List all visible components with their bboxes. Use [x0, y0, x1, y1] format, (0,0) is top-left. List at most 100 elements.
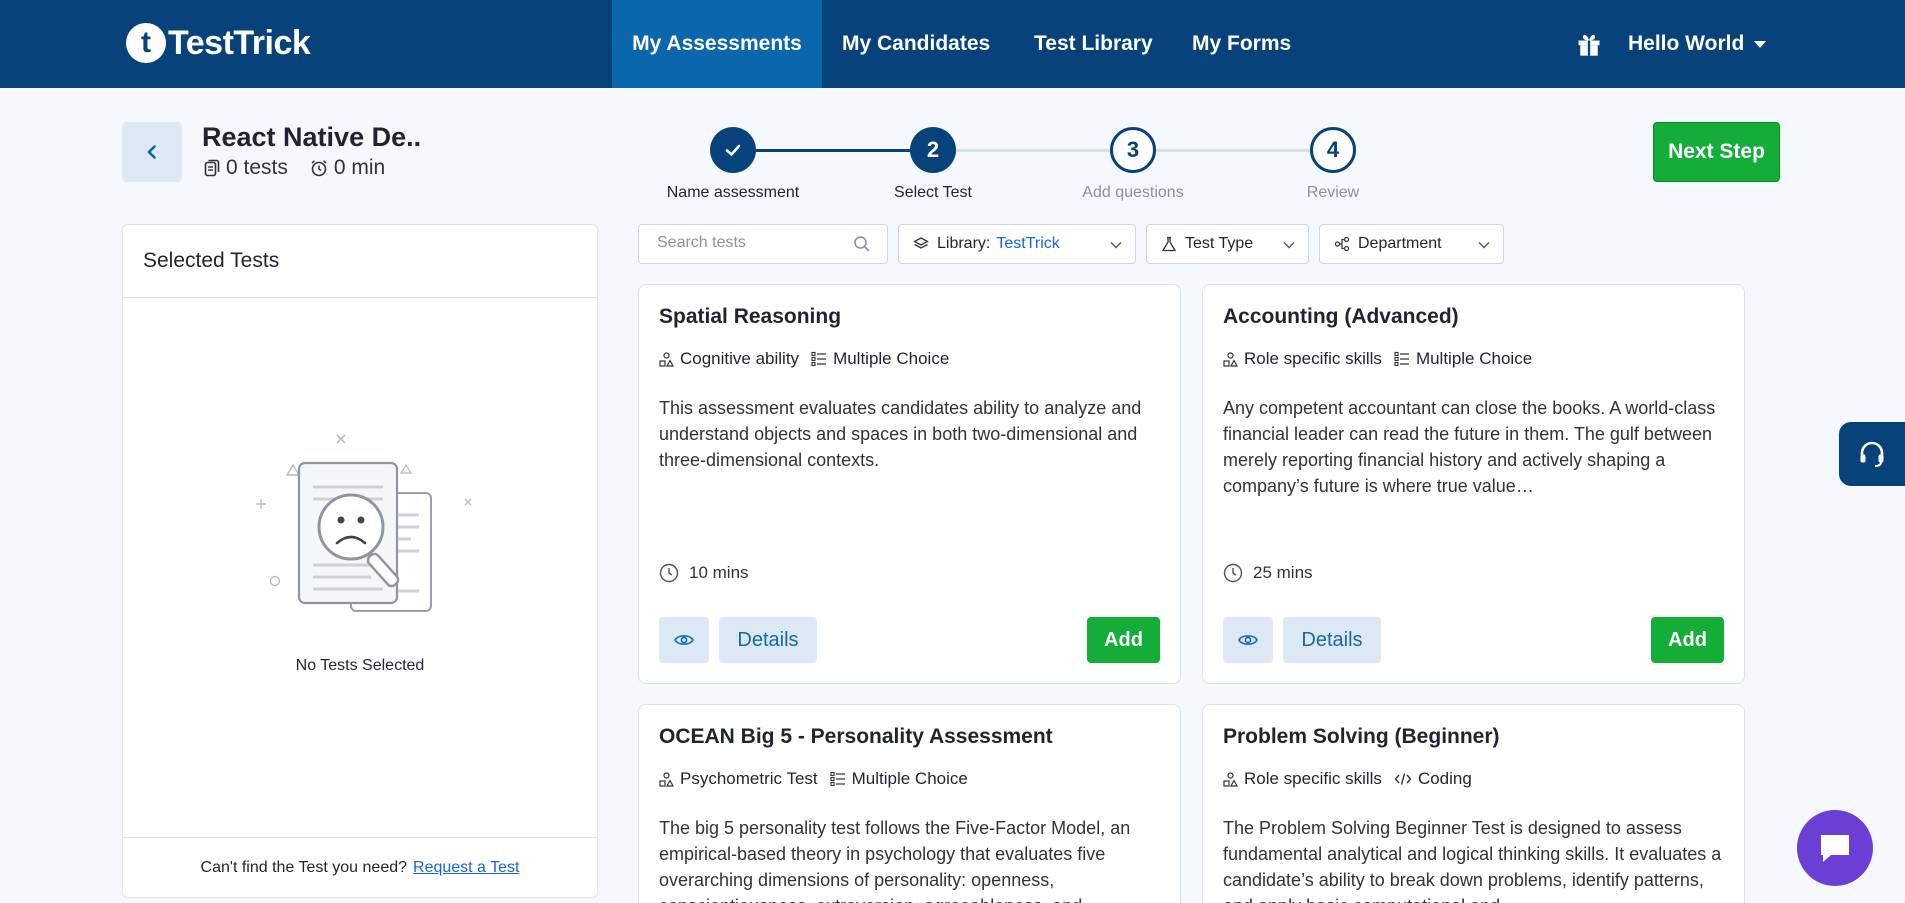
step-1-circle[interactable] — [710, 127, 756, 173]
chevron-down-icon — [1478, 242, 1490, 249]
divider — [123, 297, 597, 298]
test-format-tag: Coding — [1394, 769, 1472, 789]
alarm-clock-icon — [311, 160, 327, 177]
test-card: Problem Solving (Beginner) Role specific… — [1202, 704, 1745, 903]
request-test-link[interactable]: Request a Test — [413, 859, 519, 876]
test-duration: 10 mins — [689, 563, 749, 582]
test-category-tag: Role specific skills — [1223, 769, 1382, 789]
step-1-label: Name assessment — [666, 184, 800, 201]
caret-down-icon — [1754, 40, 1767, 48]
empty-state-text: No Tests Selected — [295, 657, 425, 674]
test-category: Psychometric Test — [680, 769, 818, 788]
nav-test-library[interactable]: Test Library — [1034, 0, 1153, 88]
details-button[interactable]: Details — [1283, 617, 1381, 663]
test-category-tag: Psychometric Test — [659, 769, 818, 789]
test-type-filter-label: Test Type — [1185, 235, 1254, 252]
nav-my-forms[interactable]: My Forms — [1192, 0, 1291, 88]
test-card: Accounting (Advanced) Role specific skil… — [1202, 284, 1745, 684]
test-card-title[interactable]: Accounting (Advanced) — [1223, 305, 1459, 329]
request-test-prompt: Can't find the Test you need? — [200, 859, 408, 876]
test-format: Multiple Choice — [833, 349, 950, 368]
layers-icon — [913, 237, 929, 249]
stepper-line-pending — [1155, 149, 1311, 152]
step-4-label: Review — [1306, 184, 1360, 201]
add-test-button[interactable]: Add — [1087, 617, 1160, 663]
library-filter[interactable]: Library: TestTrick — [898, 224, 1136, 264]
clock-icon — [659, 563, 679, 583]
divider — [123, 837, 597, 838]
assessment-tests-count: 0 tests — [226, 156, 288, 179]
chat-bubble-icon — [1821, 835, 1849, 862]
search-icon[interactable] — [853, 235, 871, 253]
preview-button[interactable] — [1223, 617, 1273, 663]
test-card: OCEAN Big 5 - Personality Assessment Psy… — [638, 704, 1181, 903]
test-format: Multiple Choice — [1415, 349, 1533, 368]
test-card-tags: Cognitive ability Multiple Choice — [659, 349, 961, 369]
step-2-circle[interactable]: 2 — [910, 127, 956, 173]
test-card-title[interactable]: Spatial Reasoning — [659, 305, 841, 329]
details-button[interactable]: Details — [719, 617, 817, 663]
shapes-icon — [1223, 351, 1238, 367]
test-format: Multiple Choice — [851, 769, 968, 788]
test-card-duration: 10 mins — [659, 563, 749, 583]
gift-icon[interactable] — [1575, 30, 1603, 58]
test-category: Role specific skills — [1244, 349, 1382, 368]
test-format-tag: Multiple Choice — [811, 349, 949, 369]
list-icon — [811, 351, 827, 367]
top-navbar: t TestTrick My Assessments My Candidates… — [0, 0, 1905, 88]
nav-my-assessments[interactable]: My Assessments — [612, 0, 822, 88]
test-format-tag: Multiple Choice — [1394, 349, 1532, 369]
test-card-title[interactable]: Problem Solving (Beginner) — [1223, 725, 1500, 749]
list-icon — [830, 771, 845, 787]
assessment-duration: 0 min — [333, 156, 386, 179]
headset-icon — [1860, 441, 1884, 467]
selected-tests-title: Selected Tests — [143, 249, 280, 272]
user-menu[interactable]: Hello World — [1628, 0, 1767, 88]
shapes-icon — [1223, 771, 1238, 787]
assessment-meta: 0 tests 0 min — [204, 156, 385, 180]
test-card-title[interactable]: OCEAN Big 5 - Personality Assessment — [659, 725, 1053, 749]
logo-mark: t — [126, 23, 166, 63]
shapes-icon — [659, 351, 674, 367]
next-step-button[interactable]: Next Step — [1653, 122, 1780, 182]
stepper-line-pending — [955, 149, 1111, 152]
list-icon — [1394, 351, 1409, 367]
test-card-description: The big 5 personality test follows the F… — [659, 818, 1131, 903]
logo-text: TestTrick — [168, 23, 311, 62]
code-icon — [1394, 773, 1412, 785]
assessment-title: React Native De.. — [202, 122, 422, 152]
search-box — [638, 224, 888, 264]
step-3-circle[interactable]: 3 — [1110, 127, 1156, 173]
test-card-tags: Role specific skills Coding — [1223, 769, 1484, 789]
brand-logo[interactable]: t TestTrick — [126, 22, 311, 64]
preview-button[interactable] — [659, 617, 709, 663]
document-icon — [204, 159, 220, 177]
user-name: Hello World — [1628, 32, 1745, 55]
test-card-tags: Psychometric Test Multiple Choice — [659, 769, 980, 789]
chevron-down-icon — [1110, 242, 1122, 249]
nav-my-candidates[interactable]: My Candidates — [842, 0, 990, 88]
test-format: Coding — [1417, 769, 1472, 788]
search-input[interactable] — [657, 234, 837, 252]
add-test-button[interactable]: Add — [1651, 617, 1724, 663]
test-card-tags: Role specific skills Multiple Choice — [1223, 349, 1544, 369]
hierarchy-icon — [1334, 236, 1350, 252]
test-type-filter[interactable]: Test Type — [1146, 224, 1309, 264]
check-icon — [725, 144, 741, 156]
test-category: Role specific skills — [1244, 769, 1382, 788]
step-4-circle[interactable]: 4 — [1310, 127, 1356, 173]
support-button[interactable] — [1839, 422, 1905, 486]
chat-button[interactable] — [1797, 810, 1873, 886]
test-category-tag: Role specific skills — [1223, 349, 1382, 369]
test-card: Spatial Reasoning Cognitive ability Mult… — [638, 284, 1181, 684]
library-filter-label: Library: — [937, 235, 991, 252]
clock-icon — [1223, 563, 1243, 583]
back-button[interactable] — [122, 122, 182, 182]
test-card-description: The Problem Solving Beginner Test is des… — [1223, 818, 1722, 903]
step-2-label: Select Test — [894, 184, 972, 201]
flask-icon — [1161, 236, 1177, 252]
shapes-icon — [659, 771, 674, 787]
department-filter[interactable]: Department — [1319, 224, 1504, 264]
stepper-line-done — [755, 149, 911, 152]
request-test-footer: Can't find the Test you need? Request a T… — [123, 859, 597, 877]
